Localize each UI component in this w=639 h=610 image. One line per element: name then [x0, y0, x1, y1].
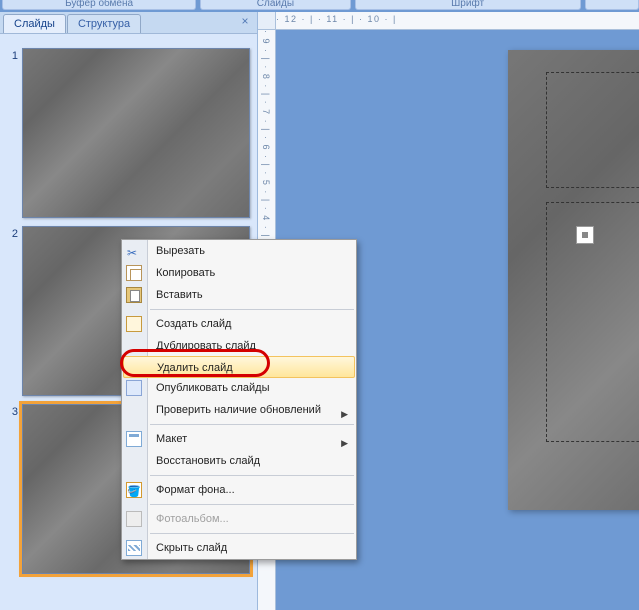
ribbon-group-slides: Слайды	[200, 0, 351, 10]
album-icon	[126, 511, 142, 527]
ruler-h-ticks: · 12 · | · 11 · | · 10 · |	[276, 14, 397, 24]
ctx-format-background[interactable]: Формат фона...	[122, 479, 356, 501]
ctx-photo-album: Фотоальбом...	[122, 508, 356, 530]
ruler-corner	[258, 12, 276, 30]
ctx-label: Проверить наличие обновлений	[156, 404, 321, 416]
ctx-label: Вырезать	[156, 245, 205, 257]
ctx-paste[interactable]: Вставить	[122, 284, 356, 306]
slide-number: 2	[6, 226, 18, 240]
ctx-layout[interactable]: Макет ▶	[122, 428, 356, 450]
ribbon-group-labels: Буфер обмена Слайды Шрифт	[0, 0, 639, 10]
ctx-separator	[150, 309, 354, 310]
ruler-horizontal[interactable]: · 12 · | · 11 · | · 10 · |	[276, 12, 639, 30]
hide-slide-icon	[126, 540, 142, 556]
tab-outline[interactable]: Структура	[67, 14, 141, 33]
format-icon	[126, 482, 142, 498]
publish-icon	[126, 380, 142, 396]
ctx-hide-slide[interactable]: Скрыть слайд	[122, 537, 356, 559]
ctx-label: Опубликовать слайды	[156, 382, 270, 394]
ctx-separator	[150, 504, 354, 505]
ctx-label: Удалить слайд	[157, 362, 233, 374]
copy-icon	[126, 265, 142, 281]
slide-number: 1	[6, 48, 18, 62]
ctx-label: Скрыть слайд	[156, 542, 227, 554]
slide-canvas[interactable]	[508, 50, 639, 510]
cut-icon	[126, 243, 142, 259]
ctx-publish-slides[interactable]: Опубликовать слайды	[122, 377, 356, 399]
ctx-label: Формат фона...	[156, 484, 235, 496]
paste-icon	[126, 287, 142, 303]
side-panel-tabs: Слайды Структура ×	[0, 12, 257, 34]
ctx-label: Фотоальбом...	[156, 513, 229, 525]
ctx-label: Восстановить слайд	[156, 455, 260, 467]
slide-number: 3	[6, 404, 18, 418]
layout-icon	[126, 431, 142, 447]
tab-slides[interactable]: Слайды	[3, 14, 66, 33]
ctx-label: Макет	[156, 433, 187, 445]
ctx-label: Дублировать слайд	[156, 340, 256, 352]
context-menu: Вырезать Копировать Вставить Создать сла…	[121, 239, 357, 560]
ctx-cut[interactable]: Вырезать	[122, 240, 356, 262]
submenu-arrow-icon: ▶	[341, 403, 348, 425]
ctx-check-updates[interactable]: Проверить наличие обновлений ▶	[122, 399, 356, 421]
ctx-duplicate-slide[interactable]: Дублировать слайд	[122, 335, 356, 357]
ctx-new-slide[interactable]: Создать слайд	[122, 313, 356, 335]
ctx-copy[interactable]: Копировать	[122, 262, 356, 284]
ribbon-group-font: Шрифт	[355, 0, 581, 10]
close-panel-button[interactable]: ×	[236, 14, 254, 33]
content-icon[interactable]	[576, 226, 594, 244]
new-slide-icon	[126, 316, 142, 332]
ctx-separator	[150, 533, 354, 534]
ctx-delete-slide[interactable]: Удалить слайд	[123, 356, 355, 378]
title-placeholder[interactable]	[546, 72, 639, 188]
ctx-separator	[150, 475, 354, 476]
ctx-reset-slide[interactable]: Восстановить слайд	[122, 450, 356, 472]
ctx-label: Создать слайд	[156, 318, 231, 330]
slide-thumbnail-row[interactable]: 1	[0, 44, 257, 222]
ribbon-group-clipboard: Буфер обмена	[2, 0, 196, 10]
ctx-label: Вставить	[156, 289, 203, 301]
slide-thumbnail[interactable]	[22, 48, 250, 218]
ctx-separator	[150, 424, 354, 425]
ctx-label: Копировать	[156, 267, 215, 279]
ribbon-group-extra	[585, 0, 639, 10]
